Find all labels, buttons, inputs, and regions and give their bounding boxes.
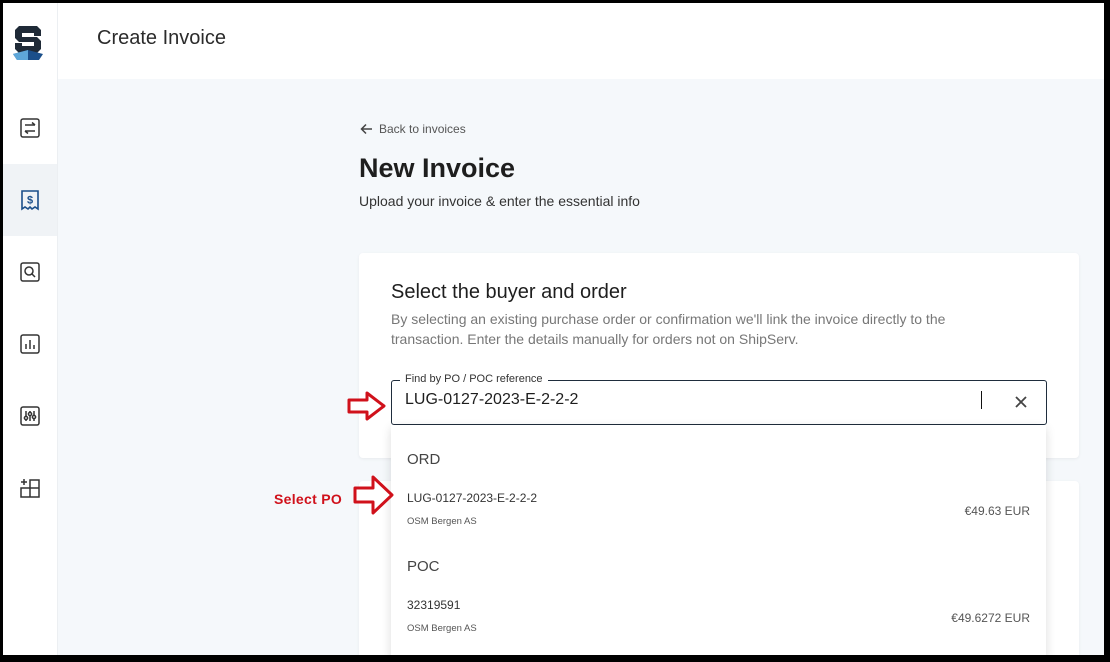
option-ref: LUG-0127-2023-E-2-2-2 [407,491,538,505]
po-search-input[interactable] [405,391,995,409]
group-label-poc: POC [407,558,440,575]
sidebar-item-reports[interactable] [3,308,57,380]
sidebar-item-add[interactable] [3,452,57,524]
po-search-field[interactable]: Find by PO / POC reference [391,373,1047,425]
annotation-label: Select PO [274,491,343,507]
po-results-dropdown: ORD LUG-0127-2023-E-2-2-2 OSM Bergen AS … [391,425,1046,655]
option-ord-po[interactable]: LUG-0127-2023-E-2-2-2 OSM Bergen AS €49.… [391,483,1046,539]
sidebar-item-settings[interactable] [3,380,57,452]
sidebar-item-search[interactable] [3,236,57,308]
shipserv-logo[interactable] [11,23,45,63]
group-label-ord: ORD [407,451,441,468]
annotation-arrow-input [347,391,386,421]
top-header: Create Invoice [58,3,1104,79]
text-caret [981,391,982,409]
page-subtitle: Upload your invoice & enter the essentia… [359,193,640,209]
invoice-dollar-icon: $ [21,190,39,211]
sidebar-item-transactions[interactable] [3,92,57,164]
page-title: New Invoice [359,153,516,183]
search-icon [20,262,40,282]
option-ref: 32319591 [407,598,461,612]
transfer-icon [20,118,40,138]
back-to-invoices-link[interactable]: Back to invoices [360,122,466,136]
chart-icon [20,334,40,354]
card-description: By selecting an existing purchase order … [391,311,946,347]
clear-icon[interactable] [1012,393,1030,411]
svg-text:$: $ [27,195,33,207]
option-amount: €49.63 EUR [964,504,1030,518]
app-window: $ Create Invoice Back to invoices New In… [3,3,1104,655]
option-amount: €49.6272 EUR [951,611,1030,625]
page-header-title: Create Invoice [97,27,226,49]
sliders-icon [20,406,40,426]
add-grid-icon [20,479,40,498]
annotation-arrow-select-po [353,475,394,515]
sidebar-item-invoices[interactable]: $ [3,164,57,236]
card-title: Select the buyer and order [391,281,627,303]
arrow-left-icon [360,123,372,135]
sidebar: $ [3,3,58,655]
back-link-label: Back to invoices [379,122,466,136]
option-buyer: OSM Bergen AS [407,623,477,634]
po-search-label: Find by PO / POC reference [400,373,548,385]
option-poc[interactable]: 32319591 OSM Bergen AS €49.6272 EUR [391,590,1046,646]
option-buyer: OSM Bergen AS [407,516,477,527]
